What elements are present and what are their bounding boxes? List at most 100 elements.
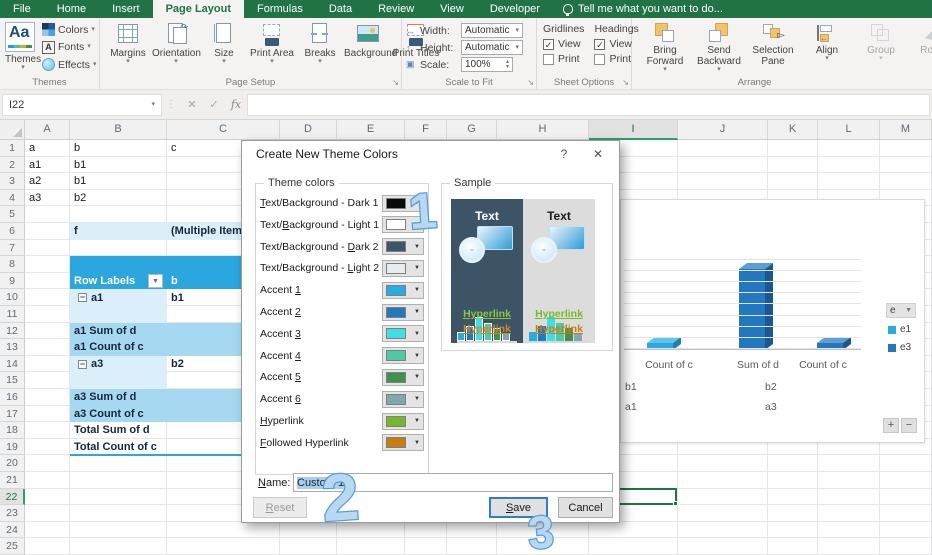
headings-view-checkbox[interactable]: ✓: [594, 39, 605, 50]
row-header-9[interactable]: 9: [0, 273, 25, 290]
column-header-G[interactable]: G: [447, 120, 497, 140]
cell-B3[interactable]: b1: [70, 173, 167, 190]
name-box[interactable]: I22 ▾: [2, 94, 162, 116]
ribbon-button-fonts[interactable]: AFonts▾: [42, 41, 96, 54]
row-header-12[interactable]: 12: [0, 323, 25, 340]
theme-color-swatch-accent-5[interactable]: ▼: [382, 369, 424, 386]
select-all-corner[interactable]: [0, 120, 25, 140]
column-header-C[interactable]: C: [167, 120, 280, 140]
row-header-24[interactable]: 24: [0, 522, 25, 539]
column-header-A[interactable]: A: [25, 120, 70, 140]
theme-color-swatch-accent-4[interactable]: ▼: [382, 347, 424, 364]
ribbon-button-effects[interactable]: Effects▾: [42, 58, 96, 71]
cell-B10[interactable]: −a1: [70, 289, 167, 306]
column-header-M[interactable]: M: [880, 120, 932, 140]
cell-B17[interactable]: a3 Count of c: [70, 406, 167, 423]
cell-B13[interactable]: a1 Count of c: [70, 339, 167, 356]
row-header-15[interactable]: 15: [0, 372, 25, 389]
cell-A4[interactable]: a3: [25, 190, 70, 207]
ribbon-tab-insert[interactable]: Insert: [99, 0, 153, 18]
input-height[interactable]: Automatic▾: [461, 40, 523, 55]
cell-B12[interactable]: a1 Sum of d: [70, 323, 167, 340]
ribbon-tab-data[interactable]: Data: [316, 0, 365, 18]
theme-color-swatch-followed-hyperlink[interactable]: ▼: [382, 434, 424, 451]
theme-color-swatch-accent-1[interactable]: ▼: [382, 282, 424, 299]
dialog-title-bar[interactable]: Create New Theme Colors ? ✕: [242, 141, 619, 167]
ribbon-tab-home[interactable]: Home: [44, 0, 99, 18]
row-header-22[interactable]: 22: [0, 489, 25, 506]
page-setup-dialog-launcher[interactable]: ↘: [392, 79, 399, 87]
theme-color-swatch-accent-2[interactable]: ▼: [382, 304, 424, 321]
pivot-chart[interactable]: Count of cSum of dCount of cb1b2a1a3e▼e1…: [620, 199, 925, 443]
row-header-13[interactable]: 13: [0, 339, 25, 356]
tell-me-box[interactable]: Tell me what you want to do...: [553, 0, 733, 18]
column-header-E[interactable]: E: [337, 120, 405, 140]
row-header-8[interactable]: 8: [0, 256, 25, 273]
row-header-10[interactable]: 10: [0, 289, 25, 306]
row-header-17[interactable]: 17: [0, 406, 25, 423]
row-header-14[interactable]: 14: [0, 356, 25, 373]
column-header-I[interactable]: I: [589, 120, 678, 140]
cell-A1[interactable]: a: [25, 140, 70, 157]
row-header-21[interactable]: 21: [0, 472, 25, 489]
row-header-20[interactable]: 20: [0, 455, 25, 472]
row-header-19[interactable]: 19: [0, 439, 25, 456]
collapse-icon[interactable]: −: [78, 293, 87, 302]
confirm-entry-icon[interactable]: ✓: [203, 98, 225, 111]
help-button[interactable]: ?: [547, 143, 581, 165]
ribbon-button-background[interactable]: Background: [344, 18, 392, 76]
pivot-filter-dropdown-icon[interactable]: ▼: [148, 274, 163, 288]
ribbon-tab-developer[interactable]: Developer: [477, 0, 553, 18]
ribbon-button-send-backward[interactable]: Send Backward ▾: [692, 18, 746, 73]
ribbon-button-margins[interactable]: Margins▾: [104, 18, 152, 76]
ribbon-tab-file[interactable]: File: [0, 0, 44, 18]
column-header-B[interactable]: B: [70, 120, 167, 140]
column-header-F[interactable]: F: [405, 120, 447, 140]
input-width[interactable]: Automatic▾: [461, 23, 523, 38]
gridlines-print-checkbox[interactable]: [543, 54, 554, 65]
ribbon-button-orientation[interactable]: ↷Orientation▾: [152, 18, 200, 76]
column-header-K[interactable]: K: [768, 120, 818, 140]
row-header-7[interactable]: 7: [0, 240, 25, 257]
theme-color-swatch-accent-6[interactable]: ▼: [382, 391, 424, 408]
ribbon-tab-formulas[interactable]: Formulas: [244, 0, 316, 18]
name-box-caret-icon[interactable]: ▾: [151, 102, 155, 108]
collapse-icon[interactable]: −: [78, 360, 87, 369]
cell-B4[interactable]: b2: [70, 190, 167, 207]
row-header-6[interactable]: 6: [0, 223, 25, 240]
cancel-entry-icon[interactable]: ✕: [181, 98, 203, 111]
scale-dialog-launcher[interactable]: ↘: [527, 79, 534, 87]
cell-B1[interactable]: b: [70, 140, 167, 157]
caret-down-icon[interactable]: ▾: [515, 45, 519, 51]
fill-handle[interactable]: [673, 501, 678, 506]
row-header-11[interactable]: 11: [0, 306, 25, 323]
row-header-18[interactable]: 18: [0, 422, 25, 439]
theme-color-swatch-hyperlink[interactable]: ▼: [382, 413, 424, 430]
spinner-icon[interactable]: ▴▾: [506, 60, 509, 70]
row-header-4[interactable]: 4: [0, 190, 25, 207]
theme-color-swatch-accent-3[interactable]: ▼: [382, 325, 424, 342]
cell-B2[interactable]: b1: [70, 157, 167, 174]
themes-button[interactable]: Aa Themes ▾: [5, 22, 41, 71]
column-header-J[interactable]: J: [678, 120, 768, 140]
cell-B6[interactable]: f: [70, 223, 167, 240]
caret-down-icon[interactable]: ▾: [515, 28, 519, 34]
ribbon-tab-view[interactable]: View: [427, 0, 477, 18]
cell-A2[interactable]: a1: [25, 157, 70, 174]
theme-color-swatch-text-background-light-1[interactable]: ▼: [382, 216, 424, 233]
row-header-5[interactable]: 5: [0, 206, 25, 223]
column-header-L[interactable]: L: [818, 120, 880, 140]
input-scale[interactable]: 100%▴▾: [461, 57, 513, 72]
row-header-16[interactable]: 16: [0, 389, 25, 406]
row-header-3[interactable]: 3: [0, 173, 25, 190]
insert-function-icon[interactable]: fx: [225, 98, 247, 111]
row-header-1[interactable]: 1: [0, 140, 25, 157]
theme-color-swatch-text-background-dark-2[interactable]: ▼: [382, 238, 424, 255]
column-header-H[interactable]: H: [497, 120, 589, 140]
theme-color-swatch-text-background-light-2[interactable]: ▼: [382, 260, 424, 277]
cell-B16[interactable]: a3 Sum of d: [70, 389, 167, 406]
ribbon-button-breaks[interactable]: Breaks▾: [296, 18, 344, 76]
chart-legend-field-button[interactable]: e▼: [886, 303, 916, 318]
ribbon-button-align[interactable]: ←Align▾: [800, 18, 854, 73]
ribbon-button-size[interactable]: Size▾: [200, 18, 248, 76]
